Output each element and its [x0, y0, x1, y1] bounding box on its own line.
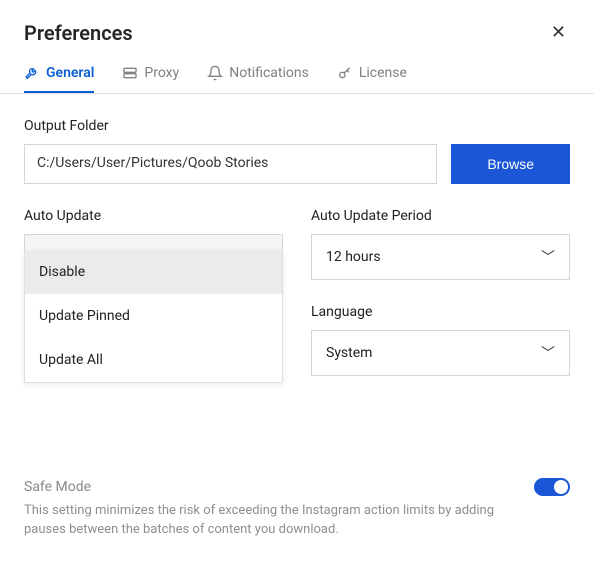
auto-update-dropdown: Disable Update Pinned Update All [24, 250, 283, 383]
close-icon: ✕ [551, 22, 566, 43]
tab-label: Proxy [144, 65, 179, 81]
tab-label: General [46, 65, 94, 81]
tab-general[interactable]: General [24, 57, 94, 93]
chevron-down-icon: ﹀ [541, 247, 555, 267]
output-folder-input[interactable]: C:/Users/User/Pictures/Qoob Stories [24, 144, 437, 184]
auto-update-label: Auto Update [24, 208, 283, 224]
tab-license[interactable]: License [337, 57, 407, 93]
dropdown-item-update-all[interactable]: Update All [25, 338, 282, 382]
safe-mode-toggle[interactable] [534, 478, 570, 496]
auto-update-period-select[interactable]: 12 hours ﹀ [311, 234, 570, 280]
chevron-down-icon: ﹀ [541, 343, 555, 363]
close-button[interactable]: ✕ [547, 18, 570, 47]
server-icon [122, 65, 138, 81]
auto-update-period-label: Auto Update Period [311, 208, 570, 224]
language-select[interactable]: System ﹀ [311, 330, 570, 376]
safe-mode-help: This setting minimizes the risk of excee… [24, 502, 504, 540]
page-title: Preferences [24, 21, 133, 45]
bell-icon [207, 65, 223, 81]
wrench-icon [24, 65, 40, 81]
dropdown-item-update-pinned[interactable]: Update Pinned [25, 294, 282, 338]
browse-button[interactable]: Browse [451, 144, 570, 184]
tab-proxy[interactable]: Proxy [122, 57, 179, 93]
tab-label: License [359, 65, 407, 81]
language-label: Language [311, 304, 570, 320]
tab-label: Notifications [229, 65, 309, 81]
key-icon [337, 65, 353, 81]
language-selected: System [326, 345, 372, 361]
dropdown-item-disable[interactable]: Disable [25, 250, 282, 294]
auto-update-period-selected: 12 hours [326, 249, 381, 265]
safe-mode-label: Safe Mode [24, 479, 91, 495]
tabs: General Proxy Notifications License [0, 57, 594, 94]
output-folder-label: Output Folder [24, 118, 570, 134]
tab-notifications[interactable]: Notifications [207, 57, 309, 93]
